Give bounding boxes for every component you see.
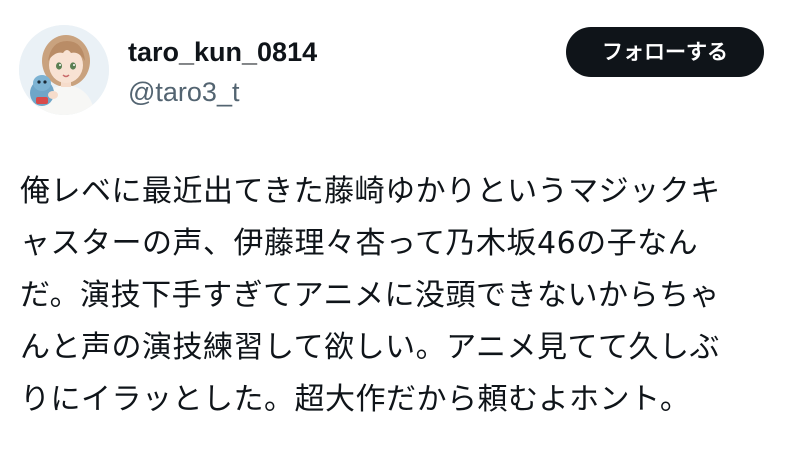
tweet-text-line: 俺レベに最近出てきた藤崎ゆかりというマジックキ <box>20 174 721 209</box>
avatar[interactable] <box>19 25 109 115</box>
follow-button[interactable]: フォローする <box>566 27 764 77</box>
tweet-header: taro_kun_0814 @taro3_t フォローする <box>0 0 800 130</box>
profile-names: taro_kun_0814 @taro3_t <box>128 36 317 108</box>
user-handle[interactable]: @taro3_t <box>128 76 317 108</box>
tweet-text: 俺レベに最近出てきた藤崎ゆかりというマジックキ ャスターの声、伊藤理々杏って乃木… <box>20 166 785 426</box>
tweet-text-line: んと声の演技練習して欲しい。アニメ見てて久しぶ <box>20 330 720 365</box>
tweet-text-line: りにイラッとした。超大作だから頼むよホント。 <box>20 382 691 417</box>
display-name[interactable]: taro_kun_0814 <box>128 36 317 68</box>
anime-girl-avatar-icon <box>19 25 109 115</box>
tweet-text-line: だ。演技下手すぎてアニメに没頭できないからちゃ <box>20 278 720 313</box>
tweet-text-line: ャスターの声、伊藤理々杏って乃木坂46の子なん <box>20 226 699 261</box>
